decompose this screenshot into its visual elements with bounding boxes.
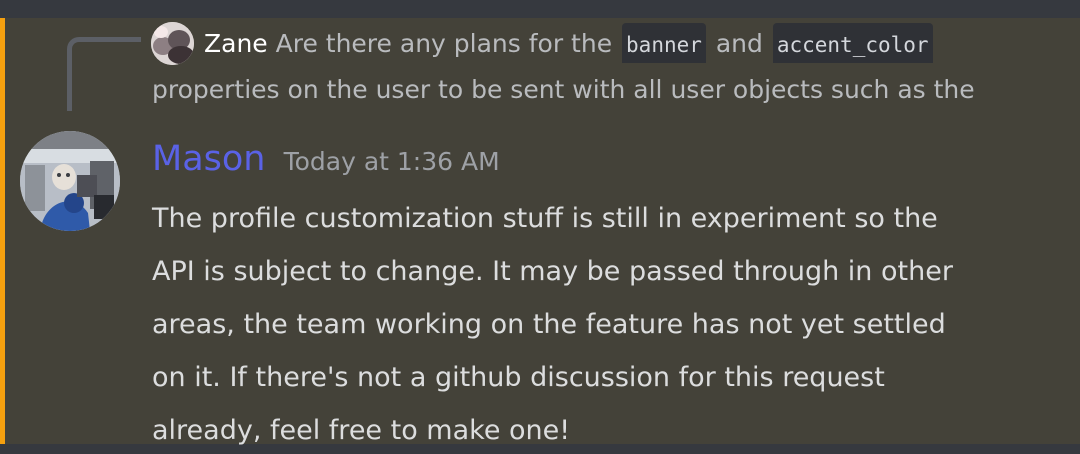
avatar-portrait-icon xyxy=(151,22,194,65)
reply-user-avatar[interactable] xyxy=(151,22,194,65)
reply-text-before: Are there any plans for the xyxy=(275,29,613,58)
reply-preview-continued: properties on the user to be sent with a… xyxy=(152,75,975,104)
inline-code-accent-color: accent_color xyxy=(772,23,933,63)
author-name[interactable]: Mason xyxy=(152,139,265,179)
avatar-photo-icon xyxy=(20,131,120,231)
inline-code-banner: banner xyxy=(622,23,706,63)
reply-preview[interactable]: Zane Are there any plans for the banner … xyxy=(204,23,1034,63)
message-line: on it. If there's not a github discussio… xyxy=(152,362,885,393)
message-line: areas, the team working on the feature h… xyxy=(152,309,946,340)
message-item[interactable]: Zane Are there any plans for the banner … xyxy=(0,18,1080,446)
message-line: already, feel free to make one! xyxy=(152,415,571,446)
message-content: The profile customization stuff is still… xyxy=(152,192,1050,454)
reply-username[interactable]: Zane xyxy=(204,29,268,58)
discord-chat-view: Zane Are there any plans for the banner … xyxy=(0,0,1080,454)
message-line: The profile customization stuff is still… xyxy=(152,203,938,234)
message-header: Mason Today at 1:36 AM xyxy=(152,136,1032,182)
message-timestamp[interactable]: Today at 1:36 AM xyxy=(284,147,500,176)
message-line: API is subject to change. It may be pass… xyxy=(152,256,953,287)
reply-connector xyxy=(67,37,141,111)
mention-highlight-bar xyxy=(0,18,5,444)
author-avatar[interactable] xyxy=(20,131,120,231)
reply-text-between: and xyxy=(715,29,763,58)
